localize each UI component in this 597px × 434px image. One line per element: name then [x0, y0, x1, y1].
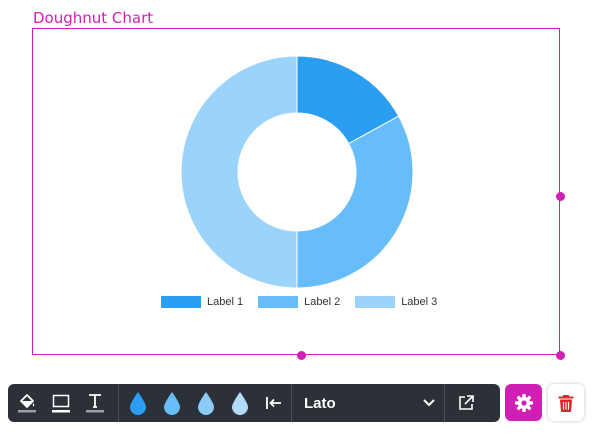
font-select[interactable]: Lato — [292, 384, 444, 422]
border-button[interactable] — [44, 384, 78, 422]
droplet-icon — [130, 392, 146, 415]
font-select-value: Lato — [304, 394, 336, 412]
droplet-icon — [198, 392, 214, 415]
toolbar-divider — [444, 384, 445, 422]
legend-swatch — [258, 296, 299, 308]
series-color-1-button[interactable] — [121, 384, 155, 422]
chevron-down-icon — [423, 399, 435, 407]
align-left-button[interactable] — [257, 384, 291, 422]
settings-button[interactable] — [505, 384, 542, 421]
gear-icon — [514, 393, 533, 412]
legend-swatch — [355, 296, 396, 308]
border-icon — [52, 394, 70, 413]
droplet-icon — [164, 392, 180, 415]
text-color-button[interactable] — [78, 384, 112, 422]
fill-color-button[interactable] — [10, 384, 44, 422]
legend-label: Label 1 — [207, 296, 244, 308]
legend-item: Label 3 — [355, 296, 437, 308]
toolbar-divider — [118, 384, 119, 422]
open-external-button[interactable] — [449, 384, 483, 422]
chart-legend: Label 1 Label 2 Label 3 — [161, 296, 452, 308]
series-color-4-button[interactable] — [223, 384, 257, 422]
text-icon — [86, 394, 104, 413]
legend-item: Label 1 — [161, 296, 243, 308]
series-color-2-button[interactable] — [155, 384, 189, 422]
series-color-3-button[interactable] — [189, 384, 223, 422]
droplet-icon — [232, 392, 248, 415]
legend-item: Label 2 — [258, 296, 340, 308]
align-left-icon — [266, 397, 281, 409]
legend-label: Label 3 — [401, 296, 438, 308]
delete-button[interactable] — [548, 384, 584, 421]
doughnut-slice — [296, 115, 414, 289]
doughnut-slice — [180, 55, 298, 289]
paint-bucket-icon — [18, 394, 36, 413]
doughnut-chart — [180, 55, 414, 289]
format-toolbar: Lato — [8, 384, 500, 422]
legend-label: Label 2 — [304, 296, 341, 308]
trash-icon — [558, 394, 574, 412]
legend-swatch — [161, 296, 201, 308]
external-link-icon — [459, 395, 474, 410]
